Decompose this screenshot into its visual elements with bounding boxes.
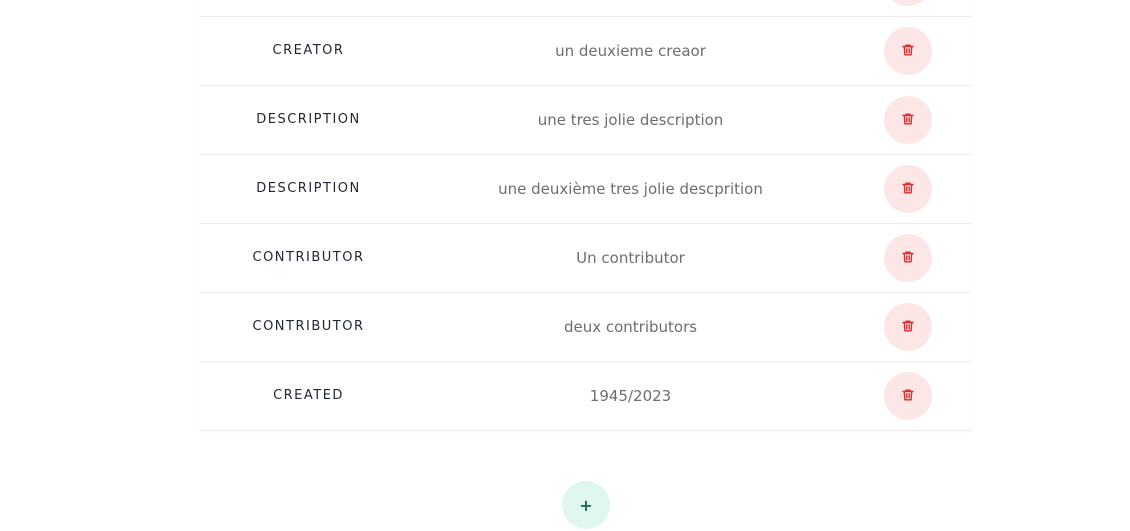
add-row-button[interactable]: + xyxy=(562,481,610,529)
page: CREATOR un deuxieme creaor DESCRIPTION u… xyxy=(0,0,1130,531)
table-row xyxy=(200,0,971,17)
table-row: DESCRIPTION une tres jolie description xyxy=(200,86,971,155)
trash-icon xyxy=(901,318,915,337)
row-value: une tres jolie description xyxy=(537,111,724,129)
row-key xyxy=(200,0,417,16)
trash-icon xyxy=(901,387,915,406)
delete-button[interactable] xyxy=(884,27,932,75)
row-value: deux contributors xyxy=(563,318,698,336)
delete-button[interactable] xyxy=(884,0,932,6)
table-row: CONTRIBUTOR deux contributors xyxy=(200,293,971,362)
delete-button[interactable] xyxy=(884,372,932,420)
row-value: un deuxieme creaor xyxy=(555,42,706,60)
plus-icon: + xyxy=(579,495,593,515)
table-row: CREATOR un deuxieme creaor xyxy=(200,17,971,86)
delete-button[interactable] xyxy=(884,96,932,144)
row-value: une deuxième tres jolie descprition xyxy=(498,180,763,198)
trash-icon xyxy=(901,180,915,199)
row-key: CREATOR xyxy=(272,43,345,58)
trash-icon xyxy=(901,111,915,130)
row-value xyxy=(417,0,844,16)
row-value: Un contributor xyxy=(576,249,685,267)
row-key: CONTRIBUTOR xyxy=(252,250,365,265)
table-row: DESCRIPTION une deuxième tres jolie desc… xyxy=(200,155,971,224)
row-key: CONTRIBUTOR xyxy=(252,319,365,334)
trash-icon xyxy=(901,249,915,268)
delete-button[interactable] xyxy=(884,303,932,351)
row-value: 1945/2023 xyxy=(589,387,672,405)
table-row: CONTRIBUTOR Un contributor xyxy=(200,224,971,293)
delete-button[interactable] xyxy=(884,165,932,213)
table-row: CREATED 1945/2023 xyxy=(200,362,971,431)
row-key: DESCRIPTION xyxy=(256,181,361,196)
delete-button[interactable] xyxy=(884,234,932,282)
metadata-table: CREATOR un deuxieme creaor DESCRIPTION u… xyxy=(200,0,971,431)
trash-icon xyxy=(901,42,915,61)
row-key: CREATED xyxy=(273,388,344,403)
row-key: DESCRIPTION xyxy=(256,112,361,127)
